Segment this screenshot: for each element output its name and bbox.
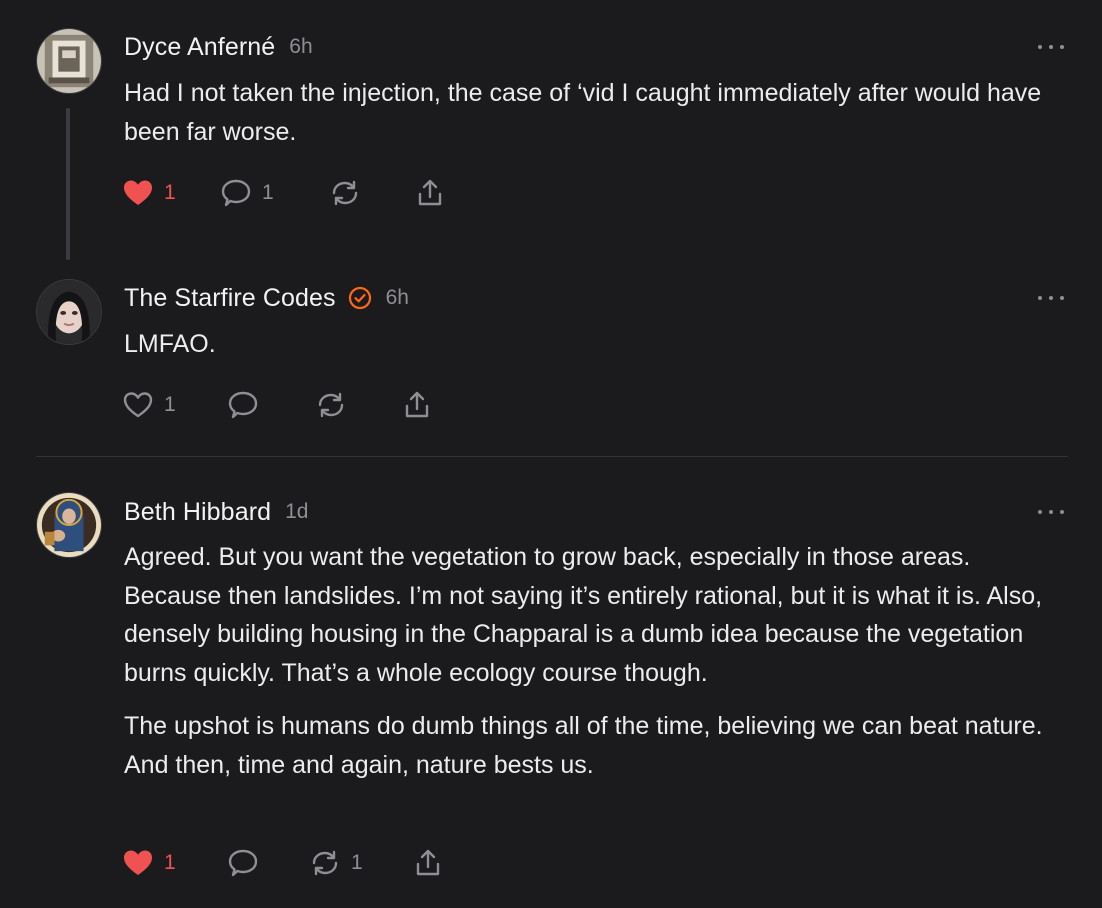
comment-bubble-icon [221, 179, 251, 207]
heart-icon [124, 850, 152, 875]
avatar[interactable] [36, 279, 102, 345]
author-name[interactable]: Dyce Anferné [124, 33, 275, 62]
timestamp[interactable]: 1d [285, 500, 308, 524]
comment-body: Agreed. But you want the vegetation to g… [124, 538, 1066, 784]
reply-button[interactable] [227, 846, 269, 880]
like-button[interactable]: 1 [122, 846, 176, 880]
restack-icon [318, 392, 344, 418]
author-name[interactable]: Beth Hibbard [124, 498, 271, 527]
like-count: 1 [164, 393, 176, 416]
like-button[interactable]: 1 [122, 388, 176, 422]
share-icon [416, 849, 440, 876]
comment-body: LMFAO. [124, 325, 1066, 364]
comment-text: LMFAO. [124, 330, 216, 358]
heart-icon [123, 392, 153, 418]
comment: Beth Hibbard 1d Agreed. But you want the… [0, 457, 1102, 908]
comment-header: Beth Hibbard 1d [124, 496, 308, 528]
like-button[interactable]: 1 [122, 176, 176, 210]
share-icon [405, 391, 429, 418]
timestamp[interactable]: 6h [386, 286, 409, 310]
comment-body: Had I not taken the injection, the case … [124, 74, 1066, 151]
timestamp[interactable]: 6h [289, 35, 312, 59]
comment-text: Had I not taken the injection, the case … [124, 79, 1042, 146]
share-button[interactable] [401, 388, 433, 422]
like-count: 1 [164, 851, 176, 874]
more-options-icon[interactable] [1038, 502, 1064, 522]
like-count: 1 [164, 181, 176, 204]
avatar-image [37, 280, 101, 344]
author-name[interactable]: The Starfire Codes [124, 284, 336, 313]
comment-header: The Starfire Codes 6h [124, 282, 409, 314]
heart-icon [124, 180, 152, 205]
avatar[interactable] [36, 492, 102, 558]
comment-header: Dyce Anferné 6h [124, 31, 313, 63]
comment-text: Agreed. But you want the vegetation to g… [124, 543, 1043, 687]
restack-button[interactable] [329, 176, 371, 210]
restack-button[interactable]: 1 [309, 846, 363, 880]
share-button[interactable] [412, 846, 444, 880]
reply-button[interactable]: 1 [220, 176, 274, 210]
avatar-image [37, 493, 101, 557]
restack-icon [312, 850, 338, 876]
restack-icon [332, 180, 358, 206]
more-options-icon[interactable] [1038, 288, 1064, 308]
reply-count: 1 [262, 181, 274, 204]
share-button[interactable] [414, 176, 446, 210]
avatar[interactable] [36, 28, 102, 94]
comment-bubble-icon [228, 391, 258, 419]
thread-line [66, 108, 70, 260]
verified-badge-icon [348, 286, 371, 310]
more-options-icon[interactable] [1038, 37, 1064, 57]
restack-count: 1 [351, 851, 363, 874]
comment: Dyce Anferné 6h Had I not taken the inje… [0, 0, 1102, 260]
restack-button[interactable] [315, 388, 357, 422]
comment-bubble-icon [228, 849, 258, 877]
reply-button[interactable] [227, 388, 269, 422]
share-icon [418, 179, 442, 206]
avatar-image [37, 29, 101, 93]
comment: The Starfire Codes 6h LMFAO. 1 [0, 260, 1102, 456]
comment-text: The upshot is humans do dumb things all … [124, 712, 1043, 779]
